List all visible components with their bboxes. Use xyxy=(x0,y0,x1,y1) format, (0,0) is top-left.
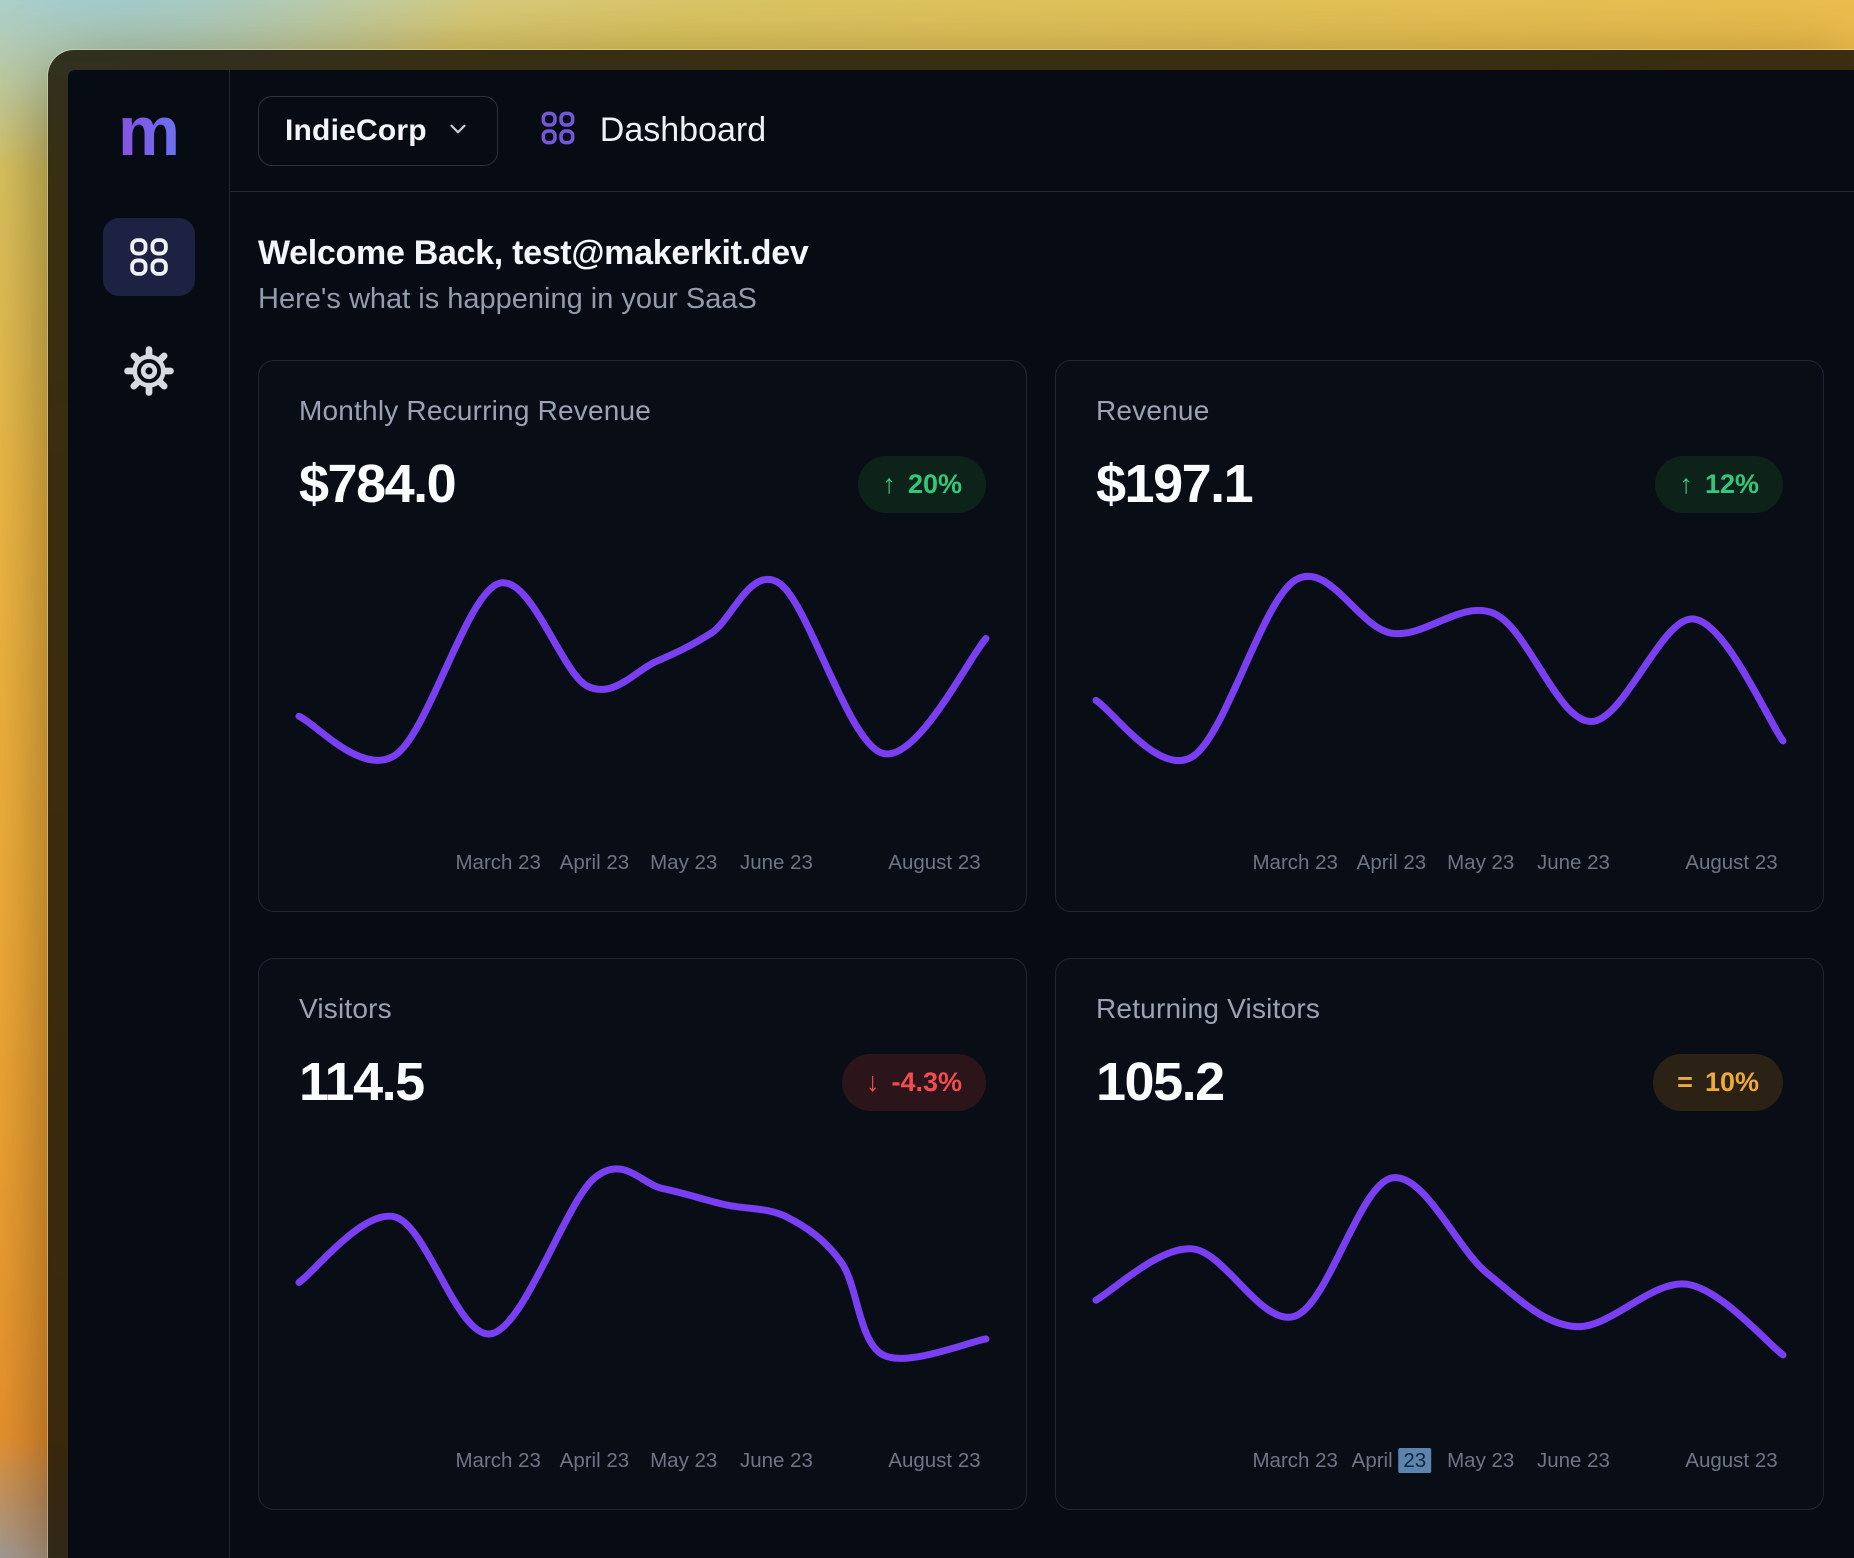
makerkit-logo: m xyxy=(118,96,179,166)
sidebar-item-dashboard[interactable] xyxy=(103,218,195,296)
topbar: IndieCorp Dashboard xyxy=(230,70,1854,192)
card-title: Returning Visitors xyxy=(1096,993,1783,1025)
x-axis-labels: March 23 April 23 May 23 June 23 August 23 xyxy=(1096,851,1783,877)
chevron-down-icon xyxy=(445,116,471,145)
axis-tick-label: March 23 xyxy=(455,1449,540,1473)
trend-badge: ↑ 20% xyxy=(858,456,986,513)
trend-flat-icon: = xyxy=(1677,1067,1693,1098)
trend-badge: ↑ 12% xyxy=(1655,456,1783,513)
axis-tick-label: June 23 xyxy=(740,851,813,875)
trend-change-label: 12% xyxy=(1705,469,1759,500)
sparkline-chart xyxy=(1096,571,1783,766)
x-axis-labels: March 23 April 23 May 23 June 23 August 23 xyxy=(299,1449,986,1475)
team-selector-button[interactable]: IndieCorp xyxy=(258,96,498,166)
axis-tick-label: April 23 xyxy=(560,851,630,875)
app-window: m xyxy=(48,50,1854,1558)
card-monthly-recurring-revenue: Monthly Recurring Revenue $784.0 ↑ 20% xyxy=(258,360,1027,912)
metric-value: 114.5 xyxy=(299,1051,424,1113)
page-breadcrumb-label: Dashboard xyxy=(600,111,766,150)
gear-icon xyxy=(123,345,175,397)
x-axis-labels: March 23 April 23 May 23 June 23 August 23 xyxy=(1096,1449,1783,1475)
card-returning-visitors: Returning Visitors 105.2 = 10% March 23 xyxy=(1055,958,1824,1510)
trend-down-icon: ↓ xyxy=(866,1067,880,1098)
sparkline-chart xyxy=(1096,1169,1783,1364)
axis-tick-label: June 23 xyxy=(1537,1449,1610,1473)
axis-tick-label: June 23 xyxy=(1537,851,1610,875)
page-subtitle: Here's what is happening in your SaaS xyxy=(258,283,1824,316)
axis-tick-label: April 23 xyxy=(560,1449,630,1473)
grid-icon xyxy=(126,234,172,280)
trend-up-icon: ↑ xyxy=(1679,469,1693,500)
page-title: Welcome Back, test@makerkit.dev xyxy=(258,234,1824,273)
x-axis-labels: March 23 April 23 May 23 June 23 August 23 xyxy=(299,851,986,877)
axis-tick-label: May 23 xyxy=(1447,1449,1514,1473)
metric-value: 105.2 xyxy=(1096,1051,1224,1113)
axis-tick-label: August 23 xyxy=(1685,1449,1777,1473)
card-revenue: Revenue $197.1 ↑ 12% March 23April 23Ma xyxy=(1055,360,1824,912)
dashboard-grid-icon xyxy=(538,108,578,153)
trend-change-label: 20% xyxy=(908,469,962,500)
sidebar: m xyxy=(68,70,230,1558)
axis-tick-label: August 23 xyxy=(888,851,980,875)
axis-tick-label: March 23 xyxy=(455,851,540,875)
axis-tick-label: May 23 xyxy=(650,851,717,875)
axis-tick-label: March 23 xyxy=(1252,851,1337,875)
axis-tick-label: March 23 xyxy=(1252,1449,1337,1473)
trend-change-label: 10% xyxy=(1705,1067,1759,1098)
sidebar-item-settings[interactable] xyxy=(103,332,195,410)
trend-badge: = 10% xyxy=(1653,1054,1783,1111)
axis-tick-label: April 23 xyxy=(1352,1449,1432,1473)
trend-change-label: -4.3% xyxy=(891,1067,962,1098)
breadcrumb: Dashboard xyxy=(538,108,766,153)
axis-tick-label: June 23 xyxy=(740,1449,813,1473)
metrics-grid: Monthly Recurring Revenue $784.0 ↑ 20% xyxy=(258,360,1824,1510)
trend-up-icon: ↑ xyxy=(882,469,896,500)
team-selector-label: IndieCorp xyxy=(285,114,427,148)
sparkline-chart xyxy=(299,1169,986,1364)
axis-tick-label: May 23 xyxy=(1447,851,1514,875)
axis-tick-label: May 23 xyxy=(650,1449,717,1473)
card-title: Revenue xyxy=(1096,395,1783,427)
metric-value: $784.0 xyxy=(299,453,455,515)
card-visitors: Visitors 114.5 ↓ -4.3% March 23 April 23 xyxy=(258,958,1027,1510)
axis-tick-label: August 23 xyxy=(1685,851,1777,875)
card-title: Visitors xyxy=(299,993,986,1025)
selected-text: 23 xyxy=(1398,1448,1431,1473)
axis-tick-label: August 23 xyxy=(888,1449,980,1473)
metric-value: $197.1 xyxy=(1096,453,1252,515)
sparkline-chart xyxy=(299,571,986,766)
trend-badge: ↓ -4.3% xyxy=(842,1054,986,1111)
main-content: Welcome Back, test@makerkit.dev Here's w… xyxy=(230,192,1854,1558)
axis-tick-label: April 23 xyxy=(1357,851,1427,875)
card-title: Monthly Recurring Revenue xyxy=(299,395,986,427)
